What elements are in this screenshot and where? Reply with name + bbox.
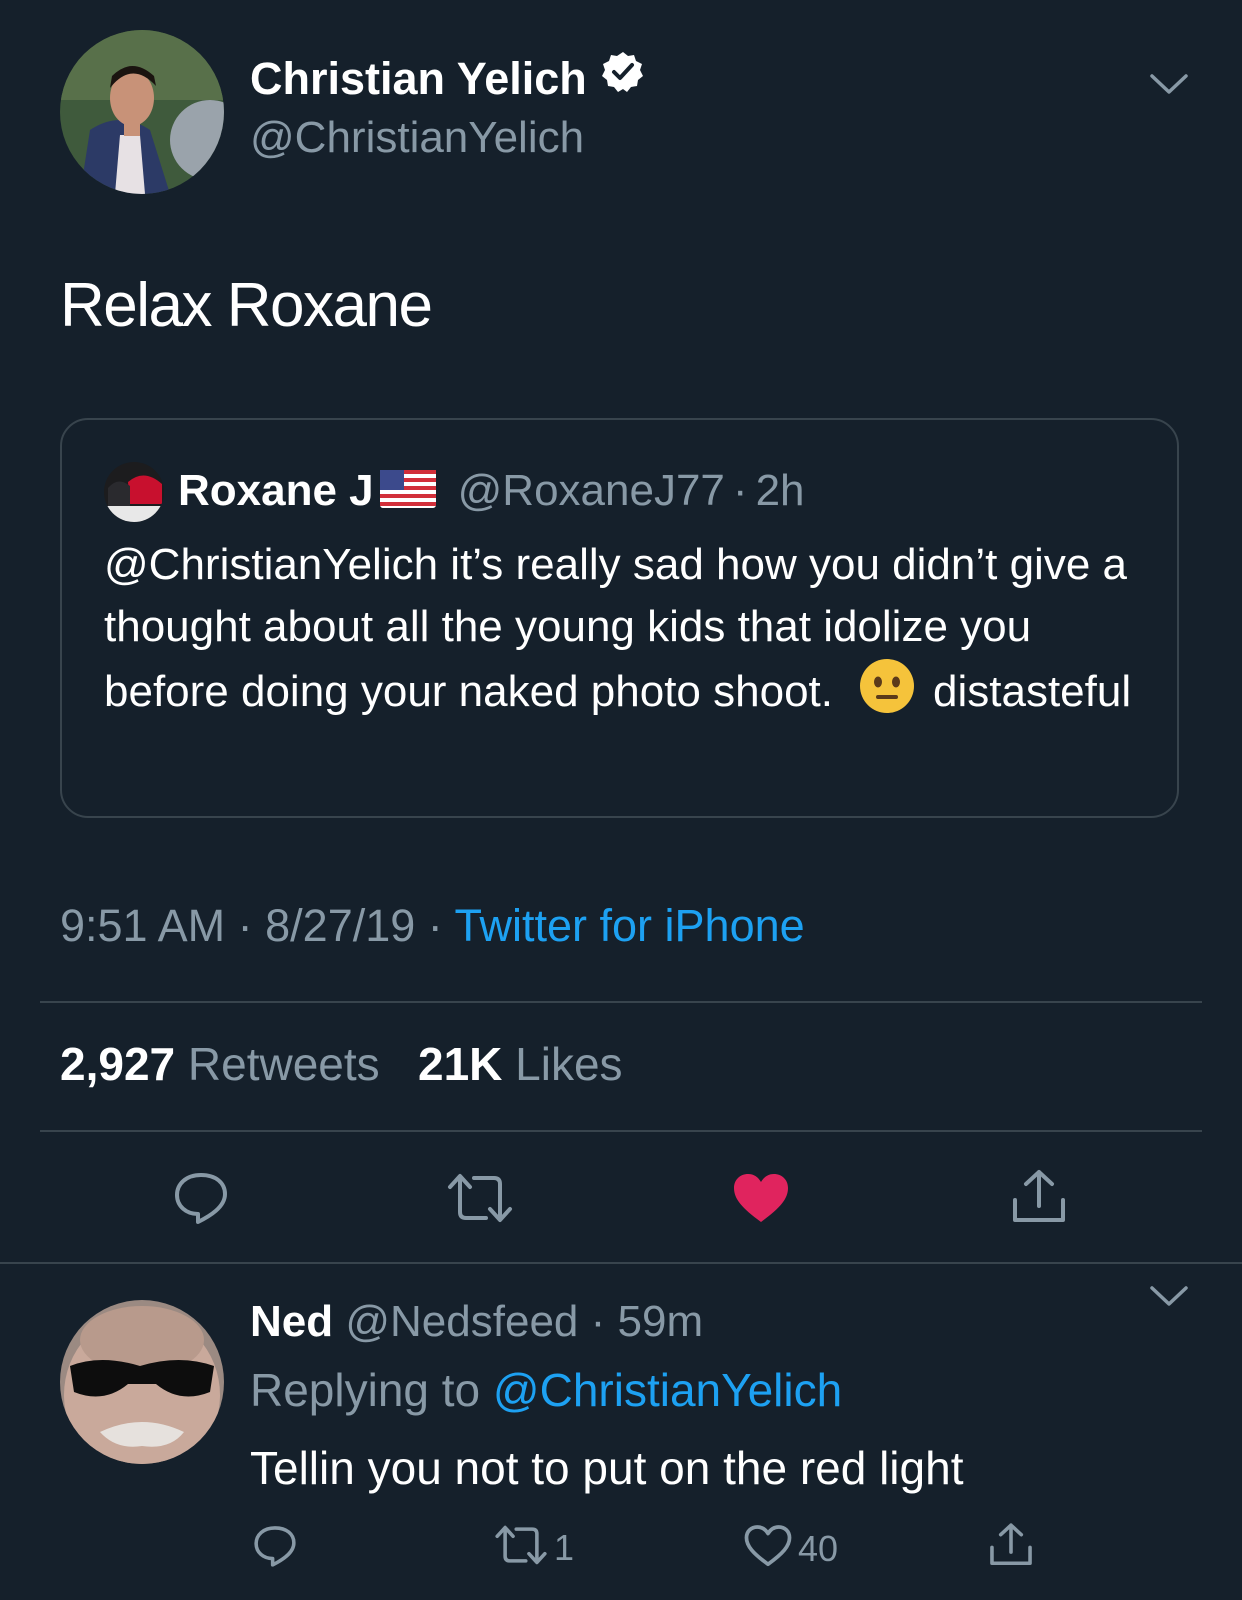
reply-reply-button[interactable] xyxy=(252,1524,298,1573)
reply-like-count: 40 xyxy=(798,1527,839,1569)
reply-author-handle[interactable]: @Nedsfeed xyxy=(345,1297,578,1346)
share-button[interactable] xyxy=(1010,1168,1068,1231)
share-icon xyxy=(988,1522,1034,1573)
tweet-stats: 2,927 Retweets 21K Likes xyxy=(60,1034,623,1094)
reply-author-avatar[interactable] xyxy=(60,1300,224,1464)
like-button[interactable] xyxy=(732,1172,790,1229)
author-avatar[interactable] xyxy=(60,30,224,194)
share-icon xyxy=(1010,1168,1068,1231)
likes-stat[interactable]: 21K Likes xyxy=(418,1038,623,1090)
retweets-count: 2,927 xyxy=(60,1038,176,1090)
quoted-tweet-card[interactable]: Roxane J @RoxaneJ77 · 2h @ChristianYelic… xyxy=(60,418,1179,818)
retweets-label: Retweets xyxy=(187,1038,380,1090)
reply-icon xyxy=(172,1170,230,1231)
reply-button[interactable] xyxy=(172,1170,230,1231)
author-handle[interactable]: @ChristianYelich xyxy=(250,110,584,166)
reply-like-button[interactable]: 40 xyxy=(744,1524,838,1573)
tweet-source-link[interactable]: Twitter for iPhone xyxy=(455,900,805,951)
quoted-author-handle: @RoxaneJ77 xyxy=(457,466,725,515)
quoted-tweet-text: @ChristianYelich it’s really sad how you… xyxy=(104,534,1144,731)
reply-icon xyxy=(252,1524,298,1573)
quoted-author-name: Roxane J xyxy=(178,466,374,515)
tweet-detail-page: Christian Yelich @ChristianYelich Relax … xyxy=(0,0,1242,1600)
author-name[interactable]: Christian Yelich xyxy=(250,51,587,107)
reply-author-name[interactable]: Ned xyxy=(250,1297,333,1346)
like-icon xyxy=(732,1172,790,1229)
divider xyxy=(40,1130,1202,1132)
reply-text: Tellin you not to put on the red light xyxy=(250,1442,964,1494)
reply-header: Ned @Nedsfeed · 59m xyxy=(250,1292,703,1352)
quoted-tweet-time: 2h xyxy=(755,466,805,515)
quoted-tweet-text-end: distasteful xyxy=(933,667,1132,716)
tweet-meta-line: 9:51 AM · 8/27/19 · Twitter for iPhone xyxy=(60,896,805,956)
replying-to-mention-link[interactable]: @ChristianYelich xyxy=(493,1364,842,1416)
retweet-icon xyxy=(494,1524,548,1571)
reply-retweet-count: 1 xyxy=(554,1526,575,1568)
retweet-icon xyxy=(446,1172,514,1229)
replying-to-line: Replying to @ChristianYelich xyxy=(250,1360,842,1420)
likes-label: Likes xyxy=(515,1038,623,1090)
divider xyxy=(40,1001,1202,1003)
us-flag-icon xyxy=(379,469,436,513)
quoted-tweet-header: Roxane J @RoxaneJ77 · 2h xyxy=(178,460,805,522)
reply-options-chevron-down-icon[interactable] xyxy=(1148,1282,1190,1312)
tweet-options-chevron-down-icon[interactable] xyxy=(1148,70,1190,100)
tweet-time: 9:51 AM xyxy=(60,900,226,951)
tweet-text: Relax Roxane xyxy=(60,271,433,340)
author-name-row[interactable]: Christian Yelich xyxy=(250,50,645,107)
likes-count: 21K xyxy=(418,1038,503,1090)
reply-share-button[interactable] xyxy=(988,1522,1034,1573)
replying-to-label: Replying to xyxy=(250,1364,481,1416)
reply-retweet-button[interactable]: 1 xyxy=(494,1524,574,1571)
reply-meta-separator: · xyxy=(590,1297,606,1346)
divider xyxy=(0,1262,1242,1264)
quoted-author-avatar xyxy=(104,462,164,522)
verified-badge-icon xyxy=(601,50,645,107)
retweet-button[interactable] xyxy=(446,1172,514,1229)
reply-time: 59m xyxy=(617,1297,704,1346)
retweets-stat[interactable]: 2,927 Retweets xyxy=(60,1038,380,1090)
heart-outline-icon xyxy=(744,1524,792,1573)
meta-separator: · xyxy=(427,900,443,951)
tweet-date: 8/27/19 xyxy=(265,900,416,951)
neutral-face-emoji-icon xyxy=(859,658,915,731)
meta-separator: · xyxy=(237,900,253,951)
quoted-meta-separator: · xyxy=(732,466,748,515)
